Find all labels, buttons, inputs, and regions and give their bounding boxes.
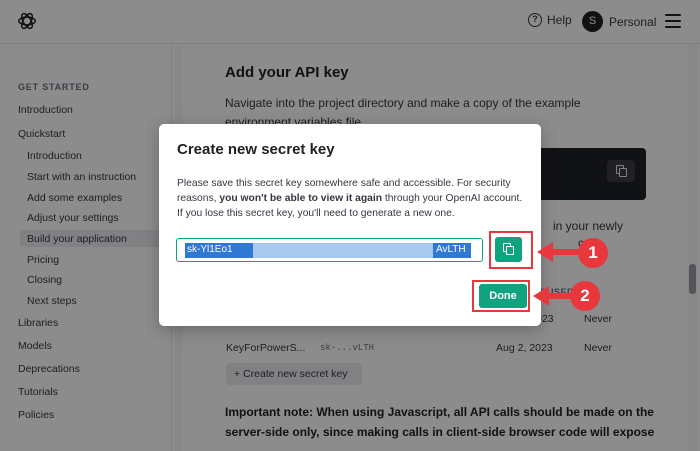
annotation-marker-2: 2 [570, 281, 600, 311]
annotation-arrows [533, 242, 580, 306]
annotation-marker-1: 1 [578, 238, 608, 268]
